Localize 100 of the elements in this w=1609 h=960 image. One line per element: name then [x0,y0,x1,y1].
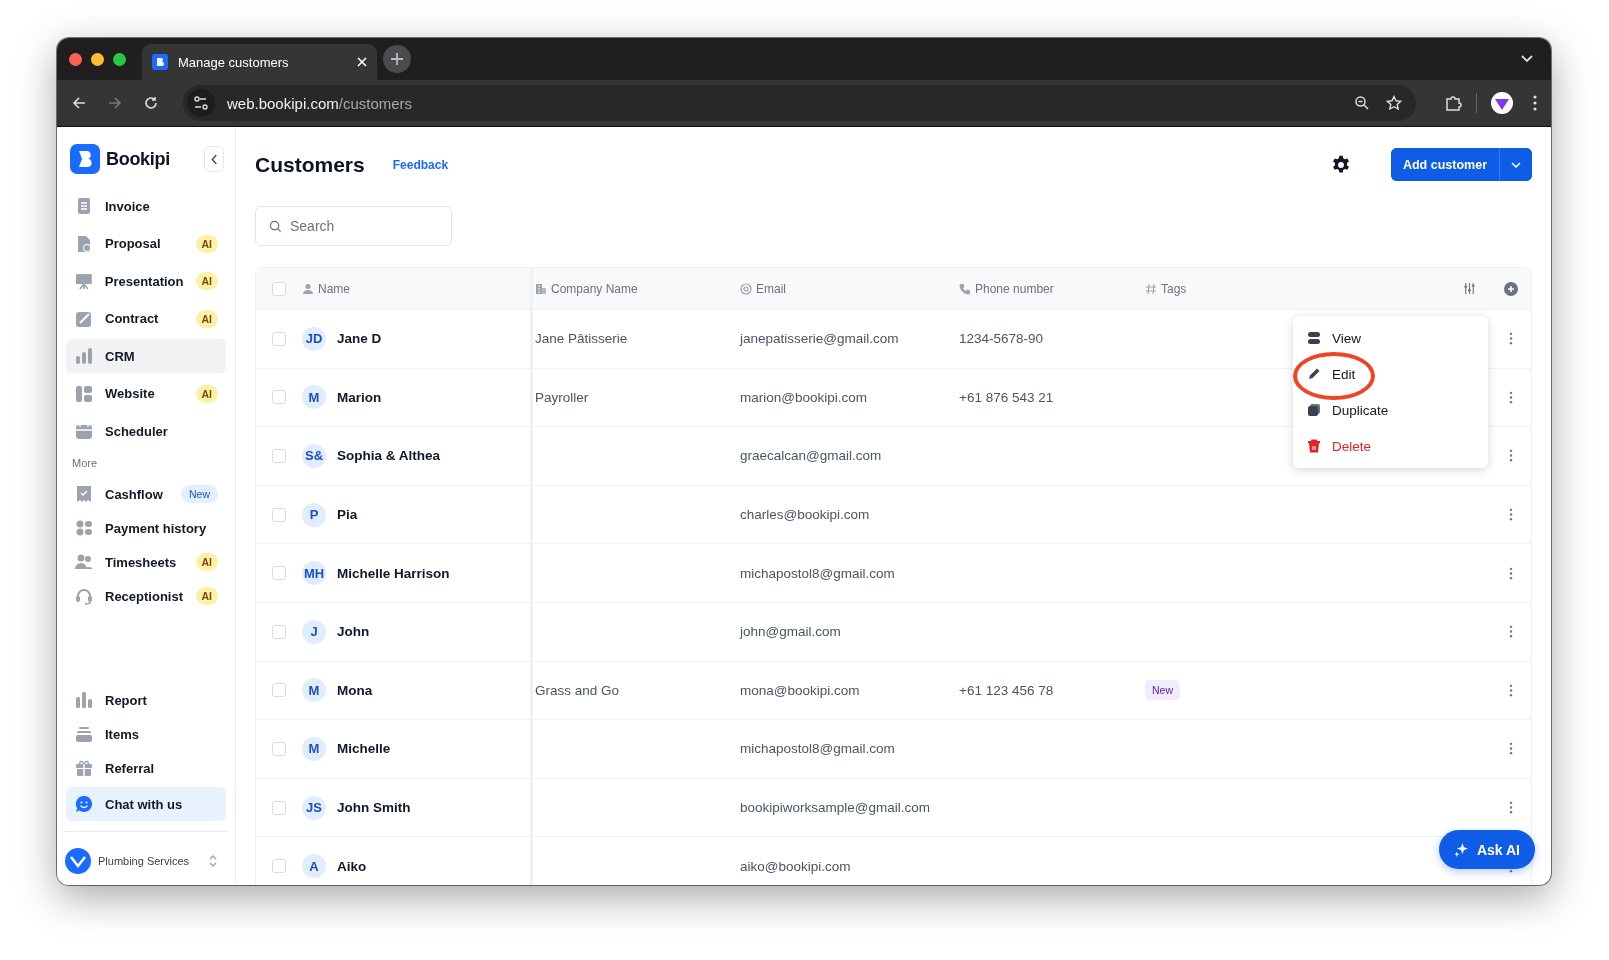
sidebar-item[interactable]: Proposal AI [66,226,226,261]
sidebar-item[interactable]: Referral [66,751,226,785]
menu-item[interactable]: Delete [1293,428,1488,464]
sidebar-item[interactable]: Invoice [66,189,226,223]
search-field[interactable]: Search [255,206,452,246]
kebab-menu-icon[interactable] [1509,683,1513,697]
customer-name[interactable]: Aiko [337,858,367,874]
item-label: Presentation [104,273,184,289]
feedback-link[interactable]: Feedback [392,157,449,172]
reload-icon[interactable] [143,95,159,111]
kebab-menu-icon[interactable] [1509,332,1513,346]
checkbox[interactable] [272,331,286,346]
item-label: Contract [105,311,160,326]
kebab-menu-icon[interactable] [1533,95,1537,111]
badge: New [181,485,218,503]
tune-icon [187,89,215,117]
sliders-icon[interactable] [1462,282,1476,295]
collapse-sidebar-button[interactable] [204,146,224,172]
new-tab-icon[interactable] [383,45,411,73]
close-window-icon[interactable] [69,52,82,66]
hash-icon [1145,282,1157,295]
kebab-menu-icon[interactable] [1509,566,1513,580]
zoom-window-icon[interactable] [113,52,126,66]
sidebar-item[interactable]: Report [66,683,226,717]
customer-name[interactable]: Michelle Harrison [337,565,450,581]
sidebar-item[interactable]: Cashflow New [66,477,226,511]
workspace-switcher[interactable]: Plumbing Services [63,831,229,877]
sidebar-item[interactable]: Presentation AI [66,264,226,298]
customer-name[interactable]: Sophia & Althea [337,448,440,464]
back-icon[interactable] [71,95,87,111]
item-label: Edit [1332,366,1356,382]
menu-item[interactable]: Duplicate [1293,392,1488,428]
checkbox[interactable] [272,281,286,296]
checkbox[interactable] [272,624,286,639]
item-label: Delete [1332,438,1372,454]
customer-name[interactable]: Pia [337,507,358,523]
chevron-down-icon [1511,161,1521,168]
column-header[interactable]: Phone number [959,281,1054,296]
chevron-down-icon[interactable] [1521,55,1533,63]
minimize-window-icon[interactable] [91,52,104,66]
receipt-icon [75,485,93,503]
address-bar[interactable]: web.bookipi.com/customers [183,85,1416,121]
kebab-menu-icon[interactable] [1509,449,1513,463]
item-label: Timesheets [105,554,178,570]
zoom-icon[interactable] [1354,95,1370,111]
badge: AI [195,309,218,328]
kebab-menu-icon[interactable] [1509,742,1513,756]
presentation-board-icon [75,272,93,290]
checkbox[interactable] [272,683,286,698]
sidebar-item[interactable]: Scheduler [66,414,226,448]
sidebar-item[interactable]: Items [66,717,226,751]
close-icon[interactable] [357,57,367,67]
avatar-initials: S& [302,444,326,468]
customer-name[interactable]: Marion [337,389,382,405]
sidebar-item[interactable]: Contract AI [66,301,226,336]
add-customer-button[interactable]: Add customer [1390,148,1500,181]
settings-icon[interactable] [1330,154,1351,175]
kebab-menu-icon[interactable] [1509,801,1513,815]
profile-avatar-icon[interactable] [1491,92,1513,114]
checkbox[interactable] [272,741,286,756]
forward-icon[interactable] [107,95,123,111]
sidebar-item[interactable]: Timesheets AI [66,545,226,579]
customer-name[interactable]: Mona [337,682,373,698]
checkbox[interactable] [272,507,286,522]
checkbox[interactable] [272,566,286,581]
browser-tab[interactable]: Manage customers [142,44,377,80]
star-icon[interactable] [1386,95,1402,111]
customer-name[interactable]: Michelle [337,741,391,757]
sidebar-item[interactable]: Payment history [66,511,226,545]
avatar-initials: P [302,502,326,527]
checkbox[interactable] [272,800,286,815]
chat-button[interactable]: Chat with us [66,787,226,821]
table-cell: Payroller [535,389,589,405]
customer-name[interactable]: John [337,624,370,640]
column-header[interactable]: Company Name [535,281,638,296]
bar-chart-icon [75,347,93,365]
checkbox[interactable] [272,859,286,874]
sidebar-item[interactable]: Receptionist AI [66,579,226,613]
table-cell: janepatisserie@gmail.com [740,331,899,347]
sidebar-item[interactable]: Website AI [66,376,226,411]
pencil-square-icon [75,309,93,328]
column-header[interactable]: Email [740,281,786,296]
badge: AI [195,384,218,403]
customer-name[interactable]: John Smith [337,800,411,816]
checkbox[interactable] [272,390,286,405]
menu-item[interactable]: View [1293,320,1488,356]
workspace-logo-icon [65,847,91,874]
add-column-icon[interactable] [1504,281,1518,296]
column-header[interactable]: Tags [1145,281,1187,296]
customer-name[interactable]: Jane D [337,331,382,347]
column-header[interactable]: Name [302,281,350,296]
checkbox[interactable] [272,449,286,463]
ask-ai-button[interactable]: Ask AI [1438,830,1535,869]
kebab-menu-icon[interactable] [1509,625,1513,639]
kebab-menu-icon[interactable] [1509,508,1513,522]
tab-title: Manage customers [178,54,290,70]
menu-item[interactable]: Edit [1293,356,1488,392]
puzzle-icon[interactable] [1444,94,1462,112]
kebab-menu-icon[interactable] [1509,390,1513,404]
sidebar-item[interactable]: CRM [66,339,226,373]
